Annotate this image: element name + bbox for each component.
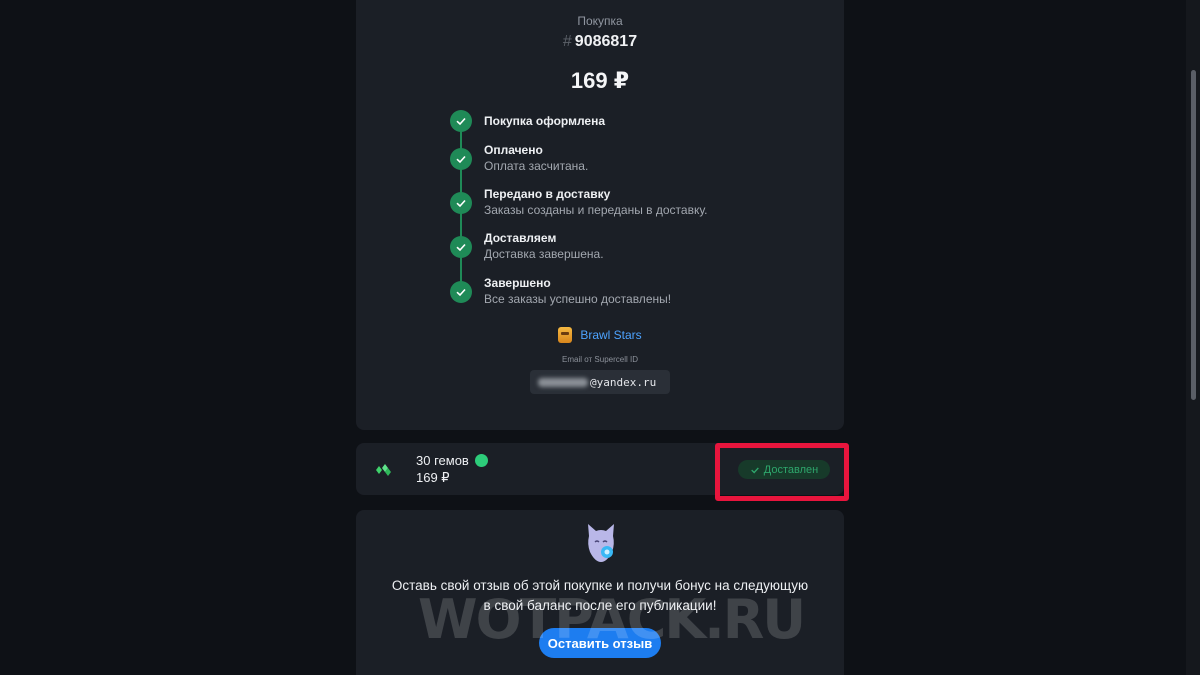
order-price: 169 ₽ xyxy=(570,68,630,93)
timeline-step: Завершено Все заказы успешно доставлены! xyxy=(450,276,790,321)
email-at: @ xyxy=(590,375,597,389)
game-name[interactable]: Brawl Stars xyxy=(580,328,641,342)
email-label: Email от Supercell ID xyxy=(562,355,638,364)
step-desc: Заказы созданы и переданы в доставку. xyxy=(484,203,708,217)
page: Покупка #9086817 169 ₽ Покупка оформлена… xyxy=(0,0,1200,675)
timeline-step: Доставляем Доставка завершена. xyxy=(450,231,790,276)
highlight-frame xyxy=(715,443,849,501)
check-icon xyxy=(450,236,472,258)
order-hash: # xyxy=(562,33,572,50)
cat-mascot-icon xyxy=(588,524,614,562)
check-icon xyxy=(450,281,472,303)
review-line-2: в свой баланс после его публикации! xyxy=(483,598,717,613)
check-icon xyxy=(450,110,472,132)
check-icon xyxy=(450,192,472,214)
order-card: Покупка #9086817 169 ₽ Покупка оформлена… xyxy=(356,0,844,430)
step-desc: Доставка завершена. xyxy=(484,247,604,261)
step-desc: Все заказы успешно доставлены! xyxy=(484,292,672,306)
step-title: Доставляем xyxy=(484,231,557,245)
brawl-stars-icon xyxy=(558,327,573,343)
gem-icon xyxy=(474,454,488,467)
scrollbar[interactable] xyxy=(1186,0,1200,675)
order-number: 9086817 xyxy=(574,33,638,50)
gems-icon xyxy=(370,455,398,483)
step-title: Завершено xyxy=(484,276,551,290)
step-desc: Оплата засчитана. xyxy=(484,159,589,173)
timeline-step: Передано в доставку Заказы созданы и пер… xyxy=(450,187,790,232)
email-domain: yandex.ru xyxy=(596,375,657,389)
item-name-text: 30 гемов xyxy=(416,453,469,468)
game-link[interactable]: Brawl Stars xyxy=(356,327,844,343)
step-title: Оплачено xyxy=(484,143,543,157)
email-field: @ yandex.ru xyxy=(530,370,670,394)
redacted-email xyxy=(538,377,588,387)
review-line-1: Оставь свой отзыв об этой покупке и полу… xyxy=(391,578,809,593)
timeline-step: Оплачено Оплата засчитана. xyxy=(450,143,790,188)
review-card: Оставь свой отзыв об этой покупке и полу… xyxy=(356,510,844,675)
check-icon xyxy=(450,148,472,170)
step-title: Покупка оформлена xyxy=(484,114,606,128)
step-title: Передано в доставку xyxy=(484,187,611,201)
scrollbar-thumb[interactable] xyxy=(1191,70,1196,400)
item-price: 169 ₽ xyxy=(416,470,450,485)
order-id: #9086817 xyxy=(356,33,844,51)
review-prompt: Оставь свой отзыв об этой покупке и полу… xyxy=(356,576,844,616)
purchase-label: Покупка xyxy=(577,14,623,28)
item-name: 30 гемов xyxy=(416,453,488,468)
leave-review-button[interactable]: Оставить отзыв xyxy=(539,628,661,658)
